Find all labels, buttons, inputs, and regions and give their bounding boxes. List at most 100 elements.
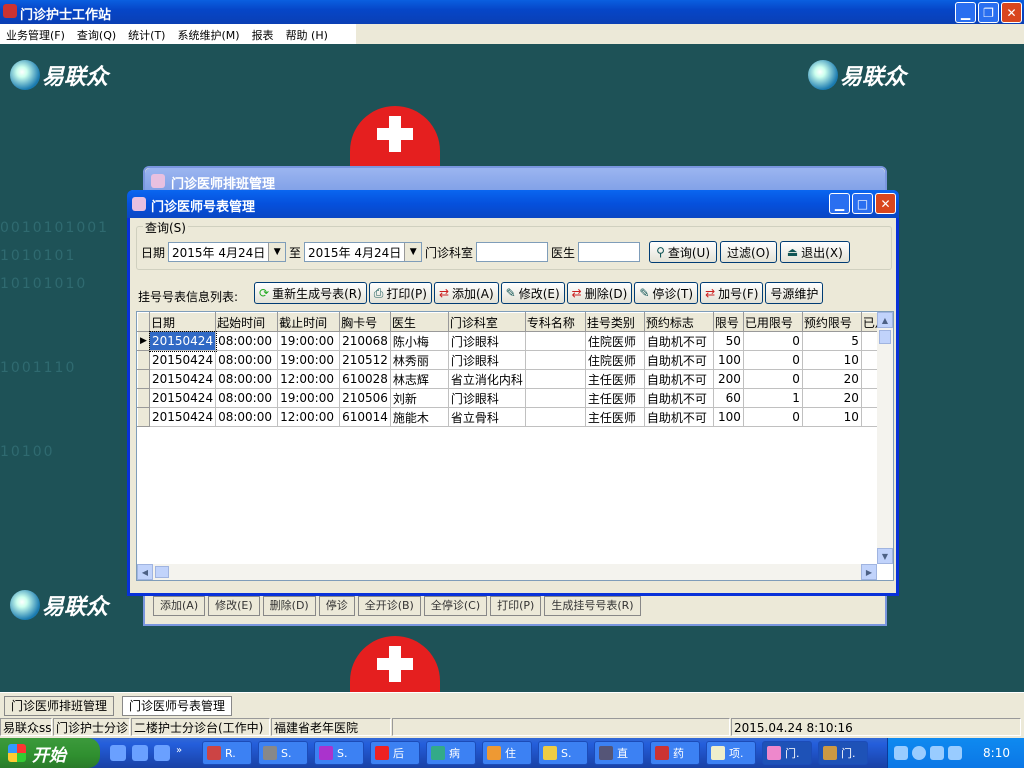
table-cell[interactable]: 10: [802, 407, 862, 427]
column-header[interactable]: 日期: [148, 312, 217, 332]
table-cell[interactable]: 19:00:00: [277, 331, 341, 351]
column-header[interactable]: 截止时间: [277, 312, 341, 332]
table-cell[interactable]: 住院医师: [585, 331, 645, 351]
table-cell[interactable]: 20150424: [148, 330, 217, 352]
ie-icon[interactable]: [110, 745, 126, 761]
table-cell[interactable]: 自助机不可: [644, 331, 714, 351]
table-cell[interactable]: 100: [713, 350, 744, 370]
table-cell[interactable]: 210068: [339, 331, 391, 351]
table-cell[interactable]: [525, 388, 586, 408]
table-cell[interactable]: 住院医师: [585, 350, 645, 370]
table-cell[interactable]: 0: [743, 407, 803, 427]
window-minimize-button[interactable]: ▁: [829, 193, 850, 214]
table-row[interactable]: ▶ 20150424 08:00:00 19:00:00 210068 陈小梅 门诊眼科 住院…: [137, 330, 889, 352]
scroll-thumb[interactable]: [155, 566, 169, 578]
table-cell[interactable]: 19:00:00: [277, 350, 341, 370]
table-cell[interactable]: [525, 369, 586, 389]
table-cell[interactable]: 0: [743, 350, 803, 370]
row-indicator[interactable]: [137, 369, 150, 389]
table-cell[interactable]: 20150424: [149, 350, 217, 370]
keyboard-icon[interactable]: [894, 746, 908, 760]
column-header[interactable]: 限号: [712, 312, 744, 332]
vertical-scrollbar[interactable]: ▲ ▼: [877, 312, 893, 564]
row-indicator[interactable]: ▶: [137, 331, 150, 351]
table-cell[interactable]: 林秀丽: [390, 350, 449, 370]
table-cell[interactable]: 08:00:00: [215, 369, 279, 389]
minimize-button[interactable]: ▁: [955, 2, 976, 23]
table-cell[interactable]: 施能木: [390, 407, 449, 427]
table-cell[interactable]: 陈小梅: [390, 331, 449, 351]
table-row[interactable]: 20150424 08:00:00 19:00:00 210512 林秀丽 门诊眼科 住院医…: [137, 350, 889, 370]
taskbar-task[interactable]: 药: [650, 741, 700, 765]
taskbar-task[interactable]: 门.: [762, 741, 812, 765]
table-row[interactable]: 20150424 08:00:00 12:00:00 610028 林志辉 省立消化内科 主…: [137, 369, 889, 389]
search-button[interactable]: ⚲ 查询(U): [649, 241, 718, 263]
table-cell[interactable]: 08:00:00: [215, 331, 279, 351]
table-cell[interactable]: 0: [743, 331, 803, 351]
schedule-edit-button[interactable]: 修改(E): [208, 596, 260, 616]
browser-icon[interactable]: [132, 745, 148, 761]
restore-button[interactable]: ❐: [978, 2, 999, 23]
stop-button[interactable]: ✎ 停诊(T): [634, 282, 699, 304]
column-header[interactable]: 专科名称: [524, 312, 586, 332]
taskbar-task[interactable]: 直: [594, 741, 644, 765]
table-cell[interactable]: 20: [802, 369, 862, 389]
table-cell[interactable]: 12:00:00: [277, 369, 341, 389]
column-header[interactable]: 医生: [389, 312, 449, 332]
column-header[interactable]: 门诊科室: [447, 312, 526, 332]
window-maximize-button[interactable]: □: [852, 193, 873, 214]
row-indicator[interactable]: [137, 350, 150, 370]
table-cell[interactable]: 门诊眼科: [448, 388, 526, 408]
taskbar-task[interactable]: S.: [538, 741, 588, 765]
table-cell[interactable]: 12:00:00: [277, 407, 341, 427]
column-header[interactable]: 胸卡号: [339, 312, 391, 332]
table-cell[interactable]: 自助机不可: [644, 350, 714, 370]
table-cell[interactable]: 50: [713, 331, 744, 351]
close-button[interactable]: ✕: [1001, 2, 1022, 23]
table-cell[interactable]: 门诊眼科: [448, 331, 526, 351]
tab-number-table[interactable]: 门诊医师号表管理: [122, 696, 233, 716]
schedule-stop-button[interactable]: 停诊: [318, 596, 355, 616]
horizontal-scrollbar[interactable]: ◀ ▶: [137, 564, 877, 580]
schedule-print-button[interactable]: 打印(P): [490, 596, 542, 616]
taskbar-task[interactable]: 住: [482, 741, 532, 765]
menu-business[interactable]: 业务管理(F): [0, 24, 71, 44]
table-cell[interactable]: 1: [743, 388, 803, 408]
date-from-picker[interactable]: 2015年 4月24日 ▼: [168, 242, 287, 262]
table-cell[interactable]: 08:00:00: [215, 388, 279, 408]
start-button[interactable]: 开始: [0, 738, 100, 768]
table-cell[interactable]: 08:00:00: [215, 407, 279, 427]
table-cell[interactable]: 20150424: [149, 407, 217, 427]
add-button[interactable]: ⇄ 添加(A): [433, 282, 499, 304]
menu-query[interactable]: 查询(Q): [71, 24, 122, 44]
column-header[interactable]: 已用限号: [742, 312, 803, 332]
table-cell[interactable]: 210512: [339, 350, 391, 370]
table-cell[interactable]: 19:00:00: [277, 388, 341, 408]
table-cell[interactable]: 20150424: [149, 369, 217, 389]
table-cell[interactable]: [525, 331, 586, 351]
doctor-input[interactable]: [578, 242, 641, 262]
taskbar-task[interactable]: 门.: [818, 741, 868, 765]
table-cell[interactable]: 20150424: [149, 388, 217, 408]
scroll-thumb[interactable]: [879, 330, 891, 344]
column-header[interactable]: 预约标志: [643, 312, 714, 332]
scroll-up-icon[interactable]: ▲: [877, 312, 893, 328]
taskbar-task[interactable]: 后: [370, 741, 420, 765]
table-row[interactable]: 20150424 08:00:00 19:00:00 210506 刘新 门诊眼科 主任医师…: [137, 388, 889, 408]
table-cell[interactable]: 刘新: [390, 388, 449, 408]
chevron-right-icon[interactable]: »: [176, 745, 186, 761]
table-cell[interactable]: [525, 407, 586, 427]
taskbar-task[interactable]: R.: [202, 741, 252, 765]
table-cell[interactable]: 08:00:00: [215, 350, 279, 370]
dept-input[interactable]: [476, 242, 549, 262]
table-cell[interactable]: [525, 350, 586, 370]
chevron-down-icon[interactable]: ▼: [404, 243, 422, 261]
table-row[interactable]: 20150424 08:00:00 12:00:00 610014 施能木 省立骨科 主任医…: [137, 407, 889, 427]
table-cell[interactable]: 210506: [339, 388, 391, 408]
arrow-left-icon[interactable]: [912, 746, 926, 760]
taskbar-task[interactable]: S.: [314, 741, 364, 765]
edit-button[interactable]: ✎ 修改(E): [500, 282, 565, 304]
menu-system[interactable]: 系统维护(M): [171, 24, 245, 44]
row-indicator[interactable]: [137, 407, 150, 427]
taskbar-task[interactable]: 病: [426, 741, 476, 765]
